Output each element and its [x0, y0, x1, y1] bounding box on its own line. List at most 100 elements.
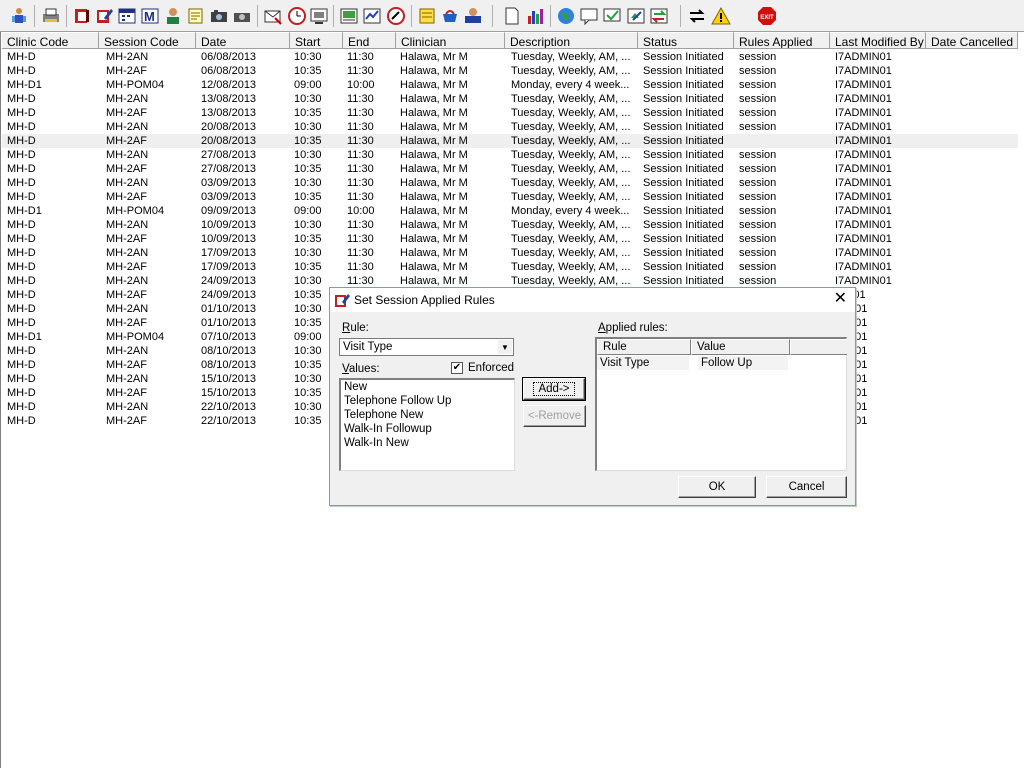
- ok-button[interactable]: OK: [678, 476, 756, 498]
- column-header[interactable]: Date Cancelled: [926, 32, 1018, 49]
- table-row[interactable]: MH-D MH-2AF 13/08/2013 10:35 11:30 Halawa, Mr…: [2, 106, 1018, 120]
- table-cell: MH-D: [7, 135, 36, 147]
- disc-icon[interactable]: [386, 6, 406, 26]
- table-cell: MH-D: [7, 387, 36, 399]
- print-icon[interactable]: [41, 6, 61, 26]
- table-row[interactable]: MH-D MH-2AF 20/08/2013 10:35 11:30 Halawa, Mr…: [2, 134, 1018, 148]
- table-row[interactable]: MH-D MH-2AN 27/08/2013 10:30 11:30 Halawa, Mr…: [2, 148, 1018, 162]
- table-cell: MH-2AN: [106, 401, 149, 413]
- table-row[interactable]: MH-D MH-2AN 03/09/2013 10:30 11:30 Halawa, Mr…: [2, 176, 1018, 190]
- table-row[interactable]: MH-D1 MH-POM04 09/09/2013 09:00 10:00 Halawa,…: [2, 204, 1018, 218]
- list-item[interactable]: Telephone New: [344, 409, 423, 421]
- table-cell: MH-D1: [7, 205, 42, 217]
- table-row[interactable]: MH-D1 MH-POM04 12/08/2013 09:00 10:00 Halawa,…: [2, 78, 1018, 92]
- applied-rule-cell[interactable]: Visit Type: [597, 356, 689, 370]
- table-cell: MH-D: [7, 149, 36, 161]
- applied-col-rule[interactable]: Rule: [597, 339, 691, 355]
- column-header[interactable]: Last Modified By: [830, 32, 926, 49]
- column-header[interactable]: Start: [290, 32, 343, 49]
- table-cell: I7ADMIN01: [835, 51, 892, 63]
- table-cell: 11:30: [347, 107, 374, 119]
- table-cell: Session Initiated: [643, 177, 724, 189]
- image-icon[interactable]: [339, 6, 359, 26]
- table-cell: MH-D: [7, 289, 36, 301]
- list-item[interactable]: Walk-In New: [344, 437, 409, 449]
- table-row[interactable]: MH-D MH-2AN 20/08/2013 10:30 11:30 Halawa, Mr…: [2, 120, 1018, 134]
- table-cell: 27/08/2013: [201, 149, 257, 161]
- table-row[interactable]: MH-D MH-2AF 10/09/2013 10:35 11:30 Halawa, Mr…: [2, 232, 1018, 246]
- mail-m-icon[interactable]: M: [140, 6, 160, 26]
- camera-icon[interactable]: [209, 6, 229, 26]
- table-cell: MH-2AN: [106, 247, 149, 259]
- chevron-down-icon[interactable]: ▼: [498, 340, 512, 354]
- table-cell: 01/10/2013: [201, 317, 257, 329]
- document-icon[interactable]: [502, 6, 522, 26]
- column-header[interactable]: Clinician: [396, 32, 505, 49]
- table-cell: MH-POM04: [106, 331, 165, 343]
- table-cell: 11:30: [347, 177, 374, 189]
- applied-col-value[interactable]: Value: [691, 339, 790, 355]
- column-header[interactable]: Clinic Code: [2, 32, 99, 49]
- table-row[interactable]: MH-D MH-2AF 27/08/2013 10:35 11:30 Halawa, Mr…: [2, 162, 1018, 176]
- warning-icon[interactable]: [711, 6, 731, 26]
- notepad-icon[interactable]: [186, 6, 206, 26]
- camera-small-icon[interactable]: [232, 6, 252, 26]
- remove-button[interactable]: <-Remove: [523, 405, 586, 427]
- note-yellow-icon[interactable]: [417, 6, 437, 26]
- table-cell: Tuesday, Weekly, AM, ...: [511, 163, 631, 175]
- column-header[interactable]: Session Code: [99, 32, 196, 49]
- table-row[interactable]: MH-D MH-2AN 10/09/2013 10:30 11:30 Halawa, Mr…: [2, 218, 1018, 232]
- enforced-checkbox[interactable]: ✔: [451, 362, 463, 374]
- swap-arrows-icon[interactable]: [687, 6, 707, 26]
- bar-chart-icon[interactable]: [526, 6, 546, 26]
- column-header[interactable]: Status: [638, 32, 734, 49]
- table-row[interactable]: MH-D MH-2AF 17/09/2013 10:35 11:30 Halawa, Mr…: [2, 260, 1018, 274]
- person-icon[interactable]: [163, 6, 183, 26]
- chart-doc-icon[interactable]: [362, 6, 382, 26]
- swap-icon[interactable]: [649, 6, 669, 26]
- table-cell: Monday, every 4 week...: [511, 79, 630, 91]
- list-item[interactable]: Walk-In Followup: [344, 423, 432, 435]
- applied-value-cell[interactable]: Follow Up: [698, 356, 788, 370]
- globe-icon[interactable]: [556, 6, 576, 26]
- person-book-icon[interactable]: [463, 6, 483, 26]
- calendar-icon[interactable]: [117, 6, 137, 26]
- letter-icon[interactable]: [263, 6, 283, 26]
- column-header[interactable]: Rules Applied: [734, 32, 830, 49]
- table-row[interactable]: MH-D MH-2AF 06/08/2013 10:35 11:30 Halawa, Mr…: [2, 64, 1018, 78]
- check-message-icon[interactable]: [602, 6, 622, 26]
- table-row[interactable]: MH-D MH-2AN 13/08/2013 10:30 11:30 Halawa, Mr…: [2, 92, 1018, 106]
- table-cell: I7ADMIN01: [835, 121, 892, 133]
- values-listbox[interactable]: New Telephone Follow Up Telephone New Walk-…: [339, 378, 515, 471]
- table-row[interactable]: MH-D MH-2AN 06/08/2013 10:30 11:30 Halawa, Mr…: [2, 50, 1018, 64]
- table-cell: session: [739, 261, 777, 273]
- book-edit-icon[interactable]: [94, 6, 114, 26]
- close-icon[interactable]: ✕: [834, 291, 847, 307]
- table-cell: MH-D: [7, 345, 36, 357]
- table-cell: MH-D: [7, 303, 36, 315]
- column-header[interactable]: Date: [196, 32, 290, 49]
- clock-icon[interactable]: [287, 6, 307, 26]
- column-header[interactable]: Description: [505, 32, 638, 49]
- list-item[interactable]: Telephone Follow Up: [344, 395, 451, 407]
- rule-select[interactable]: Visit Type ▼: [339, 338, 514, 356]
- cancel-button[interactable]: Cancel: [766, 476, 847, 498]
- applied-rules-list[interactable]: Rule Value Visit Type Follow Up: [595, 337, 847, 471]
- list-item[interactable]: New: [344, 381, 367, 393]
- exit-icon[interactable]: EXIT: [757, 6, 777, 26]
- table-row[interactable]: MH-D MH-2AN 24/09/2013 10:30 11:30 Halawa, Mr…: [2, 274, 1018, 288]
- add-button[interactable]: Add->: [522, 377, 586, 401]
- clinician-icon[interactable]: [9, 6, 29, 26]
- table-cell: 06/08/2013: [201, 65, 257, 77]
- table-row[interactable]: MH-D MH-2AN 17/09/2013 10:30 11:30 Halawa, Mr…: [2, 246, 1018, 260]
- table-cell: 11:30: [347, 121, 374, 133]
- message-icon[interactable]: [579, 6, 599, 26]
- table-cell: 10:30: [294, 177, 322, 189]
- refresh-icon[interactable]: [626, 6, 646, 26]
- book-red-icon[interactable]: [72, 6, 92, 26]
- basket-icon[interactable]: [440, 6, 460, 26]
- table-row[interactable]: MH-D MH-2AF 03/09/2013 10:35 11:30 Halawa, Mr…: [2, 190, 1018, 204]
- column-header[interactable]: End: [343, 32, 396, 49]
- monitor-icon[interactable]: [309, 6, 329, 26]
- table-cell: 10:30: [294, 373, 322, 385]
